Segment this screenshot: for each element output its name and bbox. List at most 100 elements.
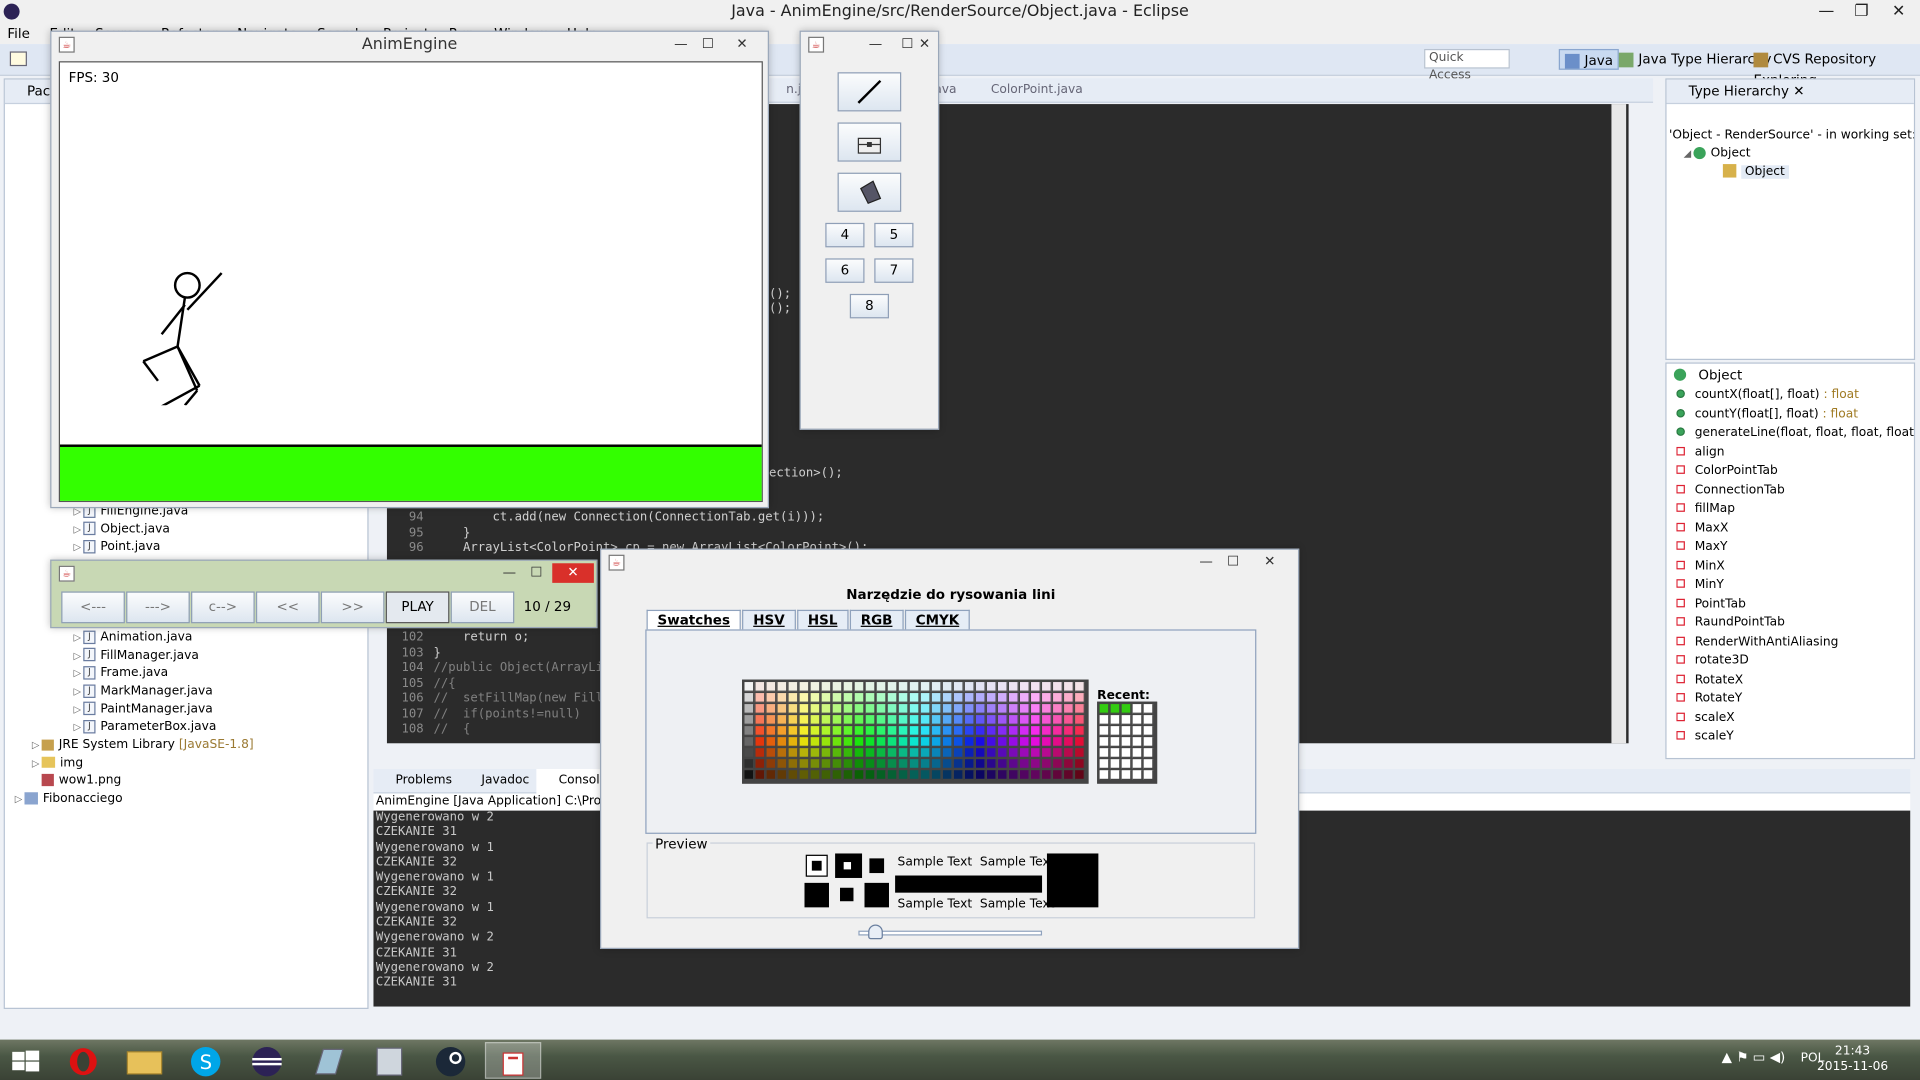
swatch-cell[interactable] xyxy=(755,682,766,692)
close-button[interactable]: ✕ xyxy=(911,34,938,54)
swatch-cell[interactable] xyxy=(942,748,953,758)
swatch-cell[interactable] xyxy=(1064,704,1074,714)
hierarchy-root[interactable]: ◢ Object xyxy=(1667,146,1914,160)
swatch-cell[interactable] xyxy=(832,682,843,692)
swatch-cell[interactable] xyxy=(1031,682,1041,692)
recent-cell[interactable] xyxy=(1110,715,1121,725)
swatch-cell[interactable] xyxy=(766,726,777,736)
swatch-cell[interactable] xyxy=(964,726,975,736)
swatch-cell[interactable] xyxy=(1053,726,1063,736)
swatch-cell[interactable] xyxy=(1075,693,1085,703)
recent-cell[interactable] xyxy=(1143,726,1154,736)
recent-cell[interactable] xyxy=(1099,748,1110,758)
swatch-cell[interactable] xyxy=(1053,682,1063,692)
eclipse-taskbar-icon[interactable] xyxy=(240,1042,296,1079)
swatch-cell[interactable] xyxy=(843,737,854,747)
swatch-cell[interactable] xyxy=(854,770,865,781)
swatch-cell[interactable] xyxy=(942,693,953,703)
swatch-cell[interactable] xyxy=(810,693,821,703)
editor-taskbar-icon[interactable] xyxy=(301,1042,357,1079)
swatch-cell[interactable] xyxy=(876,693,887,703)
swatch-cell[interactable] xyxy=(1031,715,1041,725)
swatch-cell[interactable] xyxy=(975,693,986,703)
swatch-cell[interactable] xyxy=(810,704,821,714)
swatch-cell[interactable] xyxy=(942,770,953,781)
swatch-cell[interactable] xyxy=(986,759,997,769)
swatch-cell[interactable] xyxy=(997,759,1008,769)
swatch-cell[interactable] xyxy=(744,715,755,725)
swatch-cell[interactable] xyxy=(744,737,755,747)
member-method[interactable]: generateLine(float, float, float, float)… xyxy=(1676,424,1914,443)
recent-cell[interactable] xyxy=(1143,704,1154,714)
swatch-cell[interactable] xyxy=(799,737,810,747)
recent-cell[interactable] xyxy=(1121,726,1132,736)
swatch-cell[interactable] xyxy=(854,726,865,736)
swatch-cell[interactable] xyxy=(876,748,887,758)
recent-cell[interactable] xyxy=(1143,748,1154,758)
swatch-cell[interactable] xyxy=(964,693,975,703)
swatch-cell[interactable] xyxy=(766,737,777,747)
swatch-cell[interactable] xyxy=(766,704,777,714)
recent-cell[interactable] xyxy=(1099,715,1110,725)
swatch-cell[interactable] xyxy=(1053,704,1063,714)
swatch-cell[interactable] xyxy=(832,726,843,736)
swatch-cell[interactable] xyxy=(1020,748,1030,758)
swatch-cell[interactable] xyxy=(953,693,964,703)
swatch-cell[interactable] xyxy=(1008,748,1019,758)
swatch-cell[interactable] xyxy=(942,726,953,736)
swatch-cell[interactable] xyxy=(986,693,997,703)
swatch-cell[interactable] xyxy=(1008,693,1019,703)
tree-item-file[interactable]: ▷ J PaintManager.java xyxy=(73,701,216,719)
swatch-cell[interactable] xyxy=(755,693,766,703)
recent-cell[interactable] xyxy=(1121,759,1132,769)
swatch-cell[interactable] xyxy=(876,726,887,736)
recent-cell[interactable] xyxy=(1121,715,1132,725)
swatch-cell[interactable] xyxy=(876,737,887,747)
steam-icon[interactable] xyxy=(424,1042,480,1079)
swatch-cell[interactable] xyxy=(744,726,755,736)
maximize-button[interactable]: ☐ xyxy=(1220,552,1247,572)
swatch-cell[interactable] xyxy=(799,704,810,714)
member-field[interactable]: RaundPointTab xyxy=(1676,613,1914,632)
swatch-cell[interactable] xyxy=(909,715,920,725)
swatch-cell[interactable] xyxy=(1020,704,1030,714)
close-button[interactable]: ✕ xyxy=(1892,0,1905,24)
swatch-cell[interactable] xyxy=(832,748,843,758)
member-field[interactable]: ColorPointTab xyxy=(1676,462,1914,481)
swatch-cell[interactable] xyxy=(887,704,898,714)
swatch-cell[interactable] xyxy=(1042,737,1052,747)
swatch-cell[interactable] xyxy=(799,693,810,703)
swatch-cell[interactable] xyxy=(766,693,777,703)
swatch-cell[interactable] xyxy=(821,748,832,758)
member-field[interactable]: align xyxy=(1676,443,1914,462)
recent-cell[interactable] xyxy=(1099,726,1110,736)
swatch-cell[interactable] xyxy=(953,682,964,692)
swatch-cell[interactable] xyxy=(898,682,909,692)
recent-cell[interactable] xyxy=(1132,759,1143,769)
swatch-cell[interactable] xyxy=(909,704,920,714)
swatch-cell[interactable] xyxy=(909,682,920,692)
swatch-cell[interactable] xyxy=(854,748,865,758)
start-button[interactable] xyxy=(0,1042,56,1079)
swatch-cell[interactable] xyxy=(909,748,920,758)
swatch-cell[interactable] xyxy=(920,759,931,769)
swatch-cell[interactable] xyxy=(1042,693,1052,703)
swatch-cell[interactable] xyxy=(755,737,766,747)
swatch-cell[interactable] xyxy=(997,704,1008,714)
swatch-cell[interactable] xyxy=(832,693,843,703)
tab-swatches[interactable]: Swatches xyxy=(646,609,741,630)
swatch-cell[interactable] xyxy=(777,693,788,703)
tree-item-file[interactable]: ▷ J MarkManager.java xyxy=(73,683,216,701)
swatch-cell[interactable] xyxy=(755,715,766,725)
swatch-cell[interactable] xyxy=(931,759,942,769)
swatch-cell[interactable] xyxy=(1008,770,1019,781)
swatch-cell[interactable] xyxy=(1008,704,1019,714)
swatch-cell[interactable] xyxy=(744,759,755,769)
editor-scrollbar[interactable] xyxy=(1611,104,1627,744)
swatch-cell[interactable] xyxy=(964,748,975,758)
perspective-java[interactable]: Java xyxy=(1558,48,1620,70)
swatch-cell[interactable] xyxy=(909,770,920,781)
swatch-cell[interactable] xyxy=(821,704,832,714)
swatch-cell[interactable] xyxy=(964,737,975,747)
swatch-cell[interactable] xyxy=(975,726,986,736)
